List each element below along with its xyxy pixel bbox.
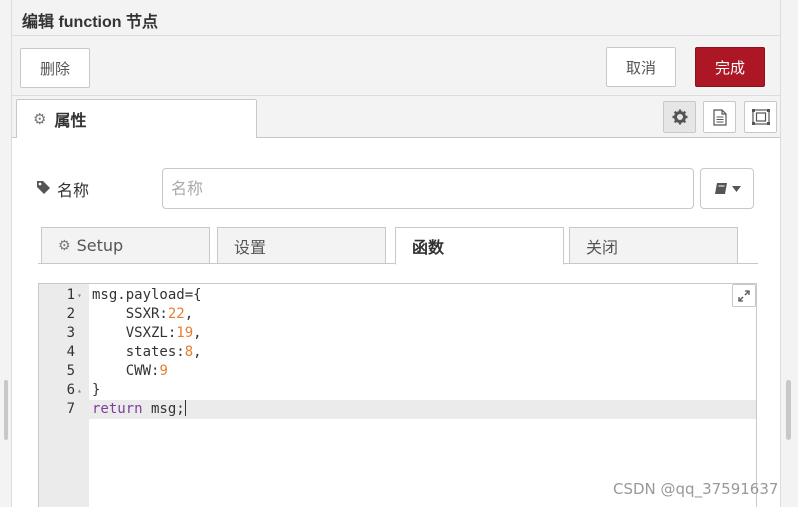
node-settings-button[interactable] — [663, 101, 696, 133]
code-text: msg.payload={ — [92, 287, 202, 303]
watermark: CSDN @qq_37591637 — [613, 480, 779, 498]
subtab-setup[interactable]: ⚙ Setup — [41, 227, 210, 264]
subtab-on-message-label: 函数 — [412, 238, 445, 257]
tray-tabs: ⚙ 属性 — [12, 96, 780, 139]
fold-toggle-icon[interactable]: ▴ — [77, 381, 87, 400]
line-number: 2 — [66, 306, 75, 322]
tab-properties-label: 属性 — [54, 111, 87, 130]
name-input[interactable] — [162, 168, 694, 209]
gear-icon — [672, 109, 687, 125]
fold-toggle-icon[interactable]: ▾ — [77, 286, 87, 305]
code-text: } — [92, 382, 101, 398]
node-description-button[interactable] — [703, 101, 736, 133]
tag-icon — [36, 180, 51, 199]
gear-icon: ⚙ — [58, 237, 71, 254]
subtab-on-stop[interactable]: 关闭 — [569, 227, 738, 264]
subtab-on-start-label: 设置 — [234, 237, 267, 257]
line-number: 7 — [66, 401, 75, 417]
left-scrollbar[interactable] — [4, 380, 8, 440]
cancel-button[interactable]: 取消 — [606, 47, 676, 87]
done-button[interactable]: 完成 — [695, 47, 765, 87]
gear-icon: ⚙ — [33, 110, 47, 128]
tray-title: 编辑 function 节点 — [22, 14, 158, 31]
book-icon — [714, 183, 727, 194]
code-editor[interactable]: 1 ▾ msg.payload={ 2 SSXR:22, 3 VSXZL:19,… — [38, 283, 757, 507]
line-number: 6 — [66, 382, 75, 398]
code-text: SSXR:22, — [92, 306, 194, 322]
text-cursor — [184, 400, 186, 416]
code-line[interactable]: 4 states:8, — [39, 343, 756, 362]
document-icon — [712, 108, 727, 126]
code-text: states:8, — [92, 344, 202, 360]
subtab-on-stop-label: 关闭 — [586, 237, 619, 257]
code-text: return msg; — [92, 400, 186, 417]
code-line[interactable]: 3 VSXZL:19, — [39, 324, 756, 343]
node-appearance-button[interactable] — [744, 101, 777, 133]
line-number: 5 — [66, 363, 75, 379]
code-text: VSXZL:19, — [92, 325, 202, 341]
line-number: 1 — [66, 287, 75, 303]
node-icon-picker-button[interactable] — [700, 168, 754, 209]
expand-editor-button[interactable] — [732, 284, 756, 307]
subtab-on-message[interactable]: 函数 — [395, 227, 564, 265]
code-line[interactable]: 1 ▾ msg.payload={ — [39, 286, 756, 305]
tab-properties[interactable]: ⚙ 属性 — [16, 99, 257, 139]
subtab-setup-label: Setup — [76, 236, 124, 255]
line-number: 4 — [66, 344, 75, 360]
subtab-on-start[interactable]: 设置 — [217, 227, 386, 264]
delete-button[interactable]: 删除 — [20, 48, 90, 88]
code-line[interactable]: 6 ▴ } — [39, 381, 756, 400]
line-number: 3 — [66, 325, 75, 341]
properties-panel: 名称 ⚙ Setup 设置 函数 关闭 1 ▾ msg.payload={ — [12, 138, 780, 507]
code-line-active[interactable]: 7 return msg; — [39, 400, 756, 419]
name-label-text: 名称 — [57, 181, 90, 200]
code-line[interactable]: 2 SSXR:22, — [39, 305, 756, 324]
appearance-icon — [751, 109, 770, 125]
function-subtabs: ⚙ Setup 设置 函数 关闭 — [38, 226, 758, 265]
tray-header: 编辑 function 节点 — [12, 0, 780, 36]
expand-icon — [738, 289, 750, 302]
caret-down-icon — [731, 185, 741, 192]
right-scrollbar[interactable] — [786, 380, 791, 440]
code-line[interactable]: 5 CWW:9 — [39, 362, 756, 381]
name-label: 名称 — [36, 177, 89, 201]
tray-toolbar: 删除 取消 完成 — [12, 36, 780, 96]
code-text: CWW:9 — [92, 363, 168, 379]
